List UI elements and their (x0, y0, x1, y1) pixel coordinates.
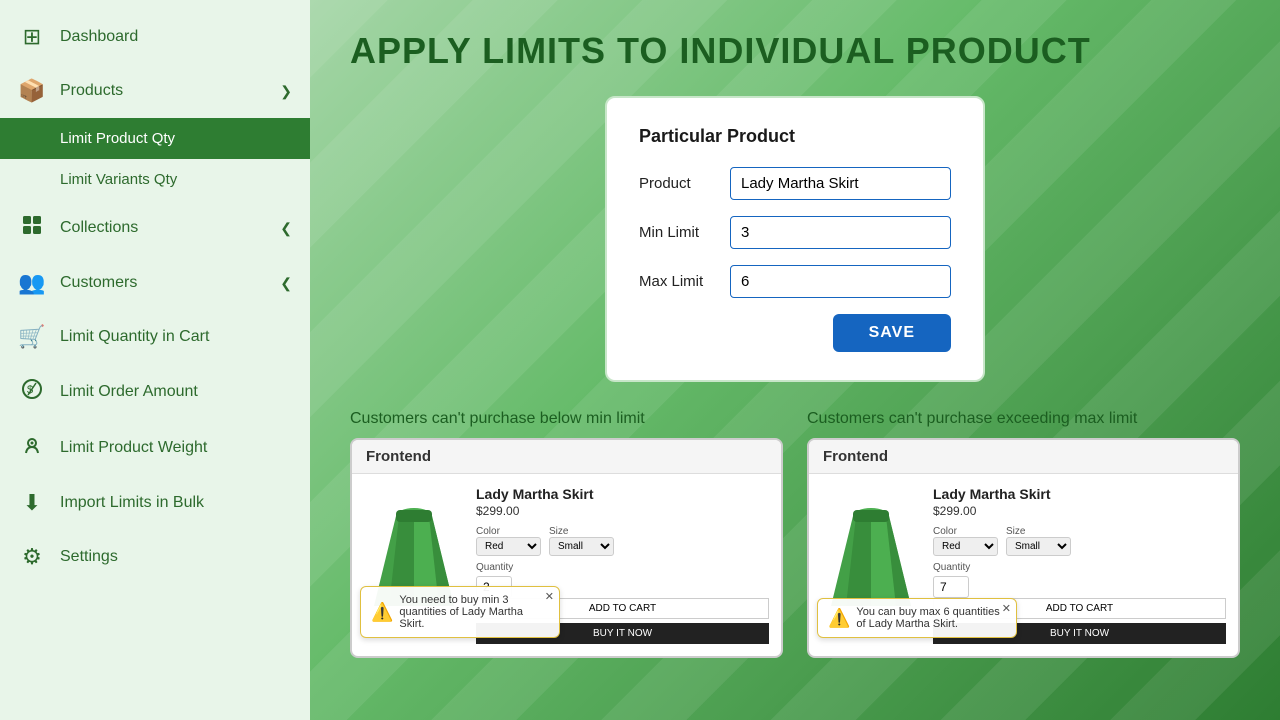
sidebar-item-label: Limit Order Amount (60, 383, 198, 401)
chevron-down-icon: ❯ (280, 83, 292, 100)
sidebar-item-settings[interactable]: ⚙ Settings (0, 530, 310, 584)
page-title: APPLY LIMITS TO INDIVIDUAL PRODUCT (350, 30, 1240, 72)
min-color-label: Color (476, 526, 541, 537)
max-size-label: Size (1006, 526, 1071, 537)
max-limit-label: Max Limit (639, 273, 730, 290)
sidebar-item-products[interactable]: 📦 Products ❯ (0, 64, 310, 118)
min-color-row: Color Red Size Small (476, 526, 769, 556)
min-preview-content: Lady Martha Skirt $299.00 Color Red Size (352, 474, 781, 656)
weight-icon (18, 434, 46, 462)
min-tooltip: ⚠️ You need to buy min 3 quantities of L… (360, 586, 560, 638)
max-size-select[interactable]: Small (1006, 537, 1071, 556)
sidebar-item-label: Limit Quantity in Cart (60, 328, 209, 346)
chevron-left-icon: ❮ (280, 220, 292, 237)
max-preview-header: Frontend (809, 440, 1238, 474)
sidebar-item-label: Collections (60, 219, 138, 237)
min-qty-label: Quantity (476, 562, 769, 573)
sidebar-sub-item-label: Limit Product Qty (60, 130, 175, 147)
sidebar-item-label: Import Limits in Bulk (60, 494, 204, 512)
min-limit-label: Min Limit (639, 224, 730, 241)
max-tooltip-close[interactable]: ✕ (1002, 602, 1011, 615)
max-qty-input[interactable] (933, 576, 969, 598)
sidebar-item-dashboard[interactable]: ⊞ Dashboard (0, 10, 310, 64)
sidebar: ⊞ Dashboard 📦 Products ❯ Limit Product Q… (0, 0, 310, 720)
sidebar-item-import-limits[interactable]: ⬇ Import Limits in Bulk (0, 476, 310, 530)
sidebar-item-label: Products (60, 82, 123, 100)
particular-product-card: Particular Product Product Min Limit Max… (605, 96, 985, 382)
max-tooltip-text: You can buy max 6 quantities of Lady Mar… (856, 606, 1006, 630)
max-product-image (821, 486, 921, 616)
sidebar-item-limit-product-weight[interactable]: Limit Product Weight (0, 420, 310, 476)
min-limit-field-row: Min Limit (639, 216, 951, 249)
sidebar-item-limit-variants-qty[interactable]: Limit Variants Qty (0, 159, 310, 200)
sidebar-item-label: Dashboard (60, 28, 138, 46)
min-tooltip-text: You need to buy min 3 quantities of Lady… (399, 594, 549, 630)
product-label: Product (639, 175, 730, 192)
min-size-label: Size (549, 526, 614, 537)
customers-icon: 👥 (18, 270, 46, 296)
max-preview-content: Lady Martha Skirt $299.00 Color Red Size (809, 474, 1238, 656)
chevron-left-icon: ❮ (280, 275, 292, 292)
collections-icon (18, 214, 46, 242)
max-preview-box: Frontend Lady Martha Skirt (807, 438, 1240, 658)
sidebar-item-label: Settings (60, 548, 118, 566)
sidebar-item-limit-order-amount[interactable]: $ Limit Order Amount (0, 364, 310, 420)
sidebar-sub-item-label: Limit Variants Qty (60, 171, 177, 188)
min-color-select[interactable]: Red (476, 537, 541, 556)
min-product-name: Lady Martha Skirt (476, 486, 769, 502)
min-tooltip-close[interactable]: ✕ (545, 590, 554, 603)
warning-icon: ⚠️ (828, 608, 850, 629)
min-limit-input[interactable] (730, 216, 951, 249)
max-color-label: Color (933, 526, 998, 537)
save-button[interactable]: SAVE (833, 314, 951, 352)
cart-icon: 🛒 (18, 324, 46, 350)
min-size-select[interactable]: Small (549, 537, 614, 556)
min-product-price: $299.00 (476, 504, 769, 518)
min-limit-preview-col: Customers can't purchase below min limit… (350, 410, 783, 658)
sidebar-item-limit-quantity-cart[interactable]: 🛒 Limit Quantity in Cart (0, 310, 310, 364)
max-color-select[interactable]: Red (933, 537, 998, 556)
max-product-price: $299.00 (933, 504, 1226, 518)
max-tooltip: ⚠️ You can buy max 6 quantities of Lady … (817, 598, 1017, 638)
max-limit-field-row: Max Limit (639, 265, 951, 298)
sidebar-item-limit-product-qty[interactable]: Limit Product Qty (0, 118, 310, 159)
dashboard-icon: ⊞ (18, 24, 46, 50)
min-preview-header: Frontend (352, 440, 781, 474)
preview-section: Customers can't purchase below min limit… (350, 410, 1240, 658)
max-limit-preview-col: Customers can't purchase exceeding max l… (807, 410, 1240, 658)
warning-icon: ⚠️ (371, 602, 393, 623)
min-preview-box: Frontend (350, 438, 783, 658)
products-icon: 📦 (18, 78, 46, 104)
product-field-row: Product (639, 167, 951, 200)
sidebar-item-collections[interactable]: Collections ❮ (0, 200, 310, 256)
import-icon: ⬇ (18, 490, 46, 516)
order-amount-icon: $ (18, 378, 46, 406)
sidebar-item-customers[interactable]: 👥 Customers ❮ (0, 256, 310, 310)
sidebar-item-label: Customers (60, 274, 137, 292)
max-preview-caption: Customers can't purchase exceeding max l… (807, 410, 1240, 428)
main-content: APPLY LIMITS TO INDIVIDUAL PRODUCT Parti… (310, 0, 1280, 720)
max-limit-input[interactable] (730, 265, 951, 298)
product-input[interactable] (730, 167, 951, 200)
max-color-row: Color Red Size Small (933, 526, 1226, 556)
max-product-name: Lady Martha Skirt (933, 486, 1226, 502)
min-preview-caption: Customers can't purchase below min limit (350, 410, 783, 428)
sidebar-item-label: Limit Product Weight (60, 439, 207, 457)
settings-icon: ⚙ (18, 544, 46, 570)
card-title: Particular Product (639, 126, 951, 147)
max-qty-label: Quantity (933, 562, 1226, 573)
